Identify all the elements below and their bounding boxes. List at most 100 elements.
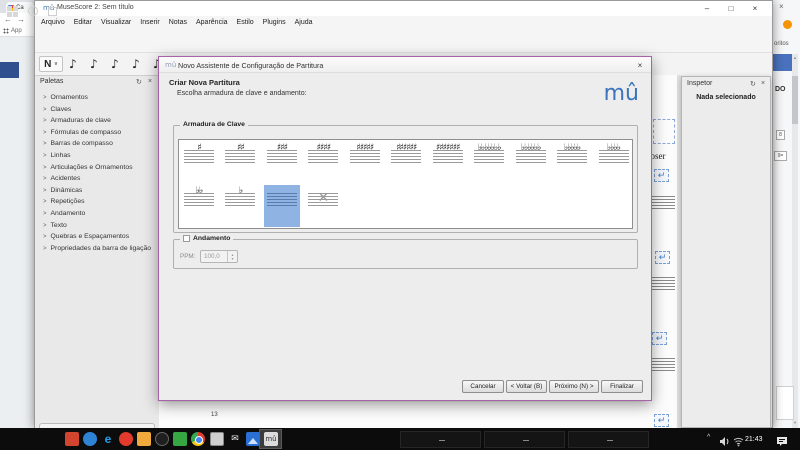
taskbar-window-button[interactable] (484, 431, 565, 448)
key-signature-cell[interactable]: ♭♭♭♭♭♭ (513, 142, 549, 184)
clock-time[interactable]: 21:43 (745, 436, 763, 443)
note-duration-icon[interactable]: ♪ (111, 57, 119, 71)
note-duration-icon[interactable]: ♪ (90, 57, 98, 71)
cancel-button[interactable]: Cancelar (462, 380, 504, 393)
musescore-taskbar-icon[interactable]: mû (264, 432, 278, 446)
browser-bookmarks-row: App (0, 26, 34, 37)
task-view-button[interactable] (48, 7, 57, 16)
key-signature-cell[interactable]: ♭♭♭♭♭♭♭ (471, 142, 507, 184)
taskbar-app-green-icon[interactable] (173, 432, 187, 446)
key-signature-cell[interactable]: ♯ (181, 142, 217, 184)
cortana-search-button[interactable] (28, 6, 38, 16)
back-button[interactable]: < Voltar (B) (506, 380, 547, 393)
key-signature-cell-selected[interactable] (264, 185, 300, 227)
browser-scrollbar[interactable]: ▲ ▼ (792, 54, 798, 428)
next-button[interactable]: Próximo (N) > (549, 380, 599, 393)
note-duration-icon[interactable]: ♪ (132, 57, 140, 71)
note-input-button[interactable]: N ∨ (39, 56, 63, 72)
taskbar-window-button[interactable] (568, 431, 649, 448)
taskbar-window-button[interactable] (400, 431, 481, 448)
extension-icon[interactable] (783, 20, 792, 29)
start-button[interactable] (7, 6, 18, 17)
finish-button[interactable]: Finalizar (601, 380, 643, 393)
taskbar-app-red-icon[interactable] (65, 432, 79, 446)
note-duration-icon[interactable]: ♪ (69, 57, 77, 71)
panel-close-icon[interactable]: × (148, 78, 152, 85)
line-break-icon[interactable]: ↵ (655, 251, 670, 264)
palette-item-armaduras[interactable]: >Armaduras de clave (35, 115, 159, 127)
menu-ajuda[interactable]: Ajuda (295, 19, 313, 26)
dialog-title-bar[interactable]: mû Novo Assistente de Configuração de Pa… (159, 57, 651, 73)
key-signature-cell[interactable]: ♯♯ (222, 142, 258, 184)
taskbar-app-window-icon[interactable] (210, 432, 224, 446)
palette-item-dinamicas[interactable]: >Dinâmicas (35, 185, 159, 197)
tray-hidden-icons-chevron[interactable]: ^ (707, 434, 710, 441)
scroll-down-icon[interactable]: ▼ (792, 420, 798, 425)
chrome-browser-icon[interactable] (191, 432, 205, 446)
maximize-button[interactable]: □ (719, 1, 743, 16)
panel-close-icon[interactable]: × (761, 80, 765, 87)
open-atonal-icon: ✕ (305, 189, 341, 206)
key-signature-cell[interactable]: ♯♯♯♯♯♯ (388, 142, 424, 184)
key-accidentals: ♯ (181, 143, 217, 153)
line-break-icon[interactable]: ↵ (652, 332, 667, 345)
key-signature-cell[interactable]: ♯♯♯♯♯♯♯ (430, 142, 466, 184)
key-signature-cell[interactable]: ♯♯♯♯ (305, 142, 341, 184)
minimize-button[interactable]: – (695, 1, 719, 16)
apps-shortcut-label[interactable]: App (11, 28, 22, 34)
taskbar-app-red2-icon[interactable] (119, 432, 133, 446)
mail-app-icon[interactable]: ✉ (228, 432, 242, 446)
forward-icon[interactable]: → (17, 15, 25, 24)
bpm-spinbox[interactable]: 100,0 ▴ ▾ (200, 250, 238, 263)
palette-item-formulas[interactable]: >Fórmulas de compasso (35, 127, 159, 139)
palette-item-andamento[interactable]: >Andamento (35, 208, 159, 220)
palette-item-acidentes[interactable]: >Acidentes (35, 173, 159, 185)
menu-visualizar[interactable]: Visualizar (101, 19, 131, 26)
action-center-icon[interactable] (776, 434, 788, 450)
score-page-bottom[interactable]: 13 ↵ (159, 402, 681, 429)
key-signature-cell[interactable]: ♭ (222, 185, 258, 227)
key-signature-cell[interactable]: ♭♭♭♭♭ (554, 142, 590, 184)
palette-item-ornamentos[interactable]: >Ornamentos (35, 92, 159, 104)
key-signature-cell[interactable]: ♯♯♯♯♯ (347, 142, 383, 184)
line-break-icon[interactable]: ↵ (654, 169, 669, 182)
palette-item-repeticoes[interactable]: >Repetições (35, 196, 159, 208)
network-icon[interactable] (733, 434, 744, 450)
scroll-up-icon[interactable]: ▲ (792, 55, 798, 60)
refresh-icon[interactable]: ↻ (750, 80, 756, 88)
menu-editar[interactable]: Editar (74, 19, 92, 26)
close-button[interactable]: × (743, 1, 767, 16)
menu-inserir[interactable]: Inserir (140, 19, 159, 26)
dialog-close-button[interactable]: × (634, 60, 646, 71)
menu-plugins[interactable]: Plugins (263, 19, 286, 26)
volume-icon[interactable] (719, 434, 730, 450)
spin-down-icon[interactable]: ▾ (231, 257, 233, 261)
palette-item-quebras[interactable]: >Quebras e Espaçamentos (35, 231, 159, 243)
line-break-icon[interactable]: ↵ (654, 414, 669, 427)
palette-item-claves[interactable]: >Claves (35, 104, 159, 116)
menu-arquivo[interactable]: Arquivo (41, 19, 65, 26)
menu-aparencia[interactable]: Aparência (196, 19, 228, 26)
menu-estilo[interactable]: Estilo (237, 19, 254, 26)
clock-app-icon[interactable] (155, 432, 169, 446)
palette-item-propriedades[interactable]: >Propriedades da barra de ligação (35, 243, 159, 255)
scrollbar-thumb[interactable] (792, 76, 798, 124)
key-signature-cell[interactable]: ♭♭♭♭ (596, 142, 632, 184)
taskbar-app-blue-icon[interactable] (83, 432, 97, 446)
palette-item-linhas[interactable]: >Linhas (35, 150, 159, 162)
key-signature-cell-open[interactable]: ✕ (305, 185, 341, 227)
file-explorer-icon[interactable] (137, 432, 151, 446)
title-bar[interactable]: mû MuseScore 2: Sem título – □ × (35, 1, 772, 16)
key-signature-cell[interactable]: ♭♭ (181, 185, 217, 227)
key-signature-cell[interactable]: ♯♯♯ (264, 142, 300, 184)
edge-browser-icon[interactable]: e (101, 432, 115, 446)
apps-grid-icon[interactable] (3, 28, 9, 34)
photos-app-icon[interactable] (246, 432, 260, 446)
tempo-checkbox[interactable] (183, 235, 190, 242)
menu-notas[interactable]: Notas (169, 19, 187, 26)
palette-item-texto[interactable]: >Texto (35, 220, 159, 232)
refresh-icon[interactable]: ↻ (136, 78, 142, 86)
palette-item-barras[interactable]: >Barras de compasso (35, 138, 159, 150)
palette-item-articulacoes[interactable]: >Articulações e Ornamentos (35, 162, 159, 174)
browser-close-icon[interactable]: × (779, 2, 784, 11)
